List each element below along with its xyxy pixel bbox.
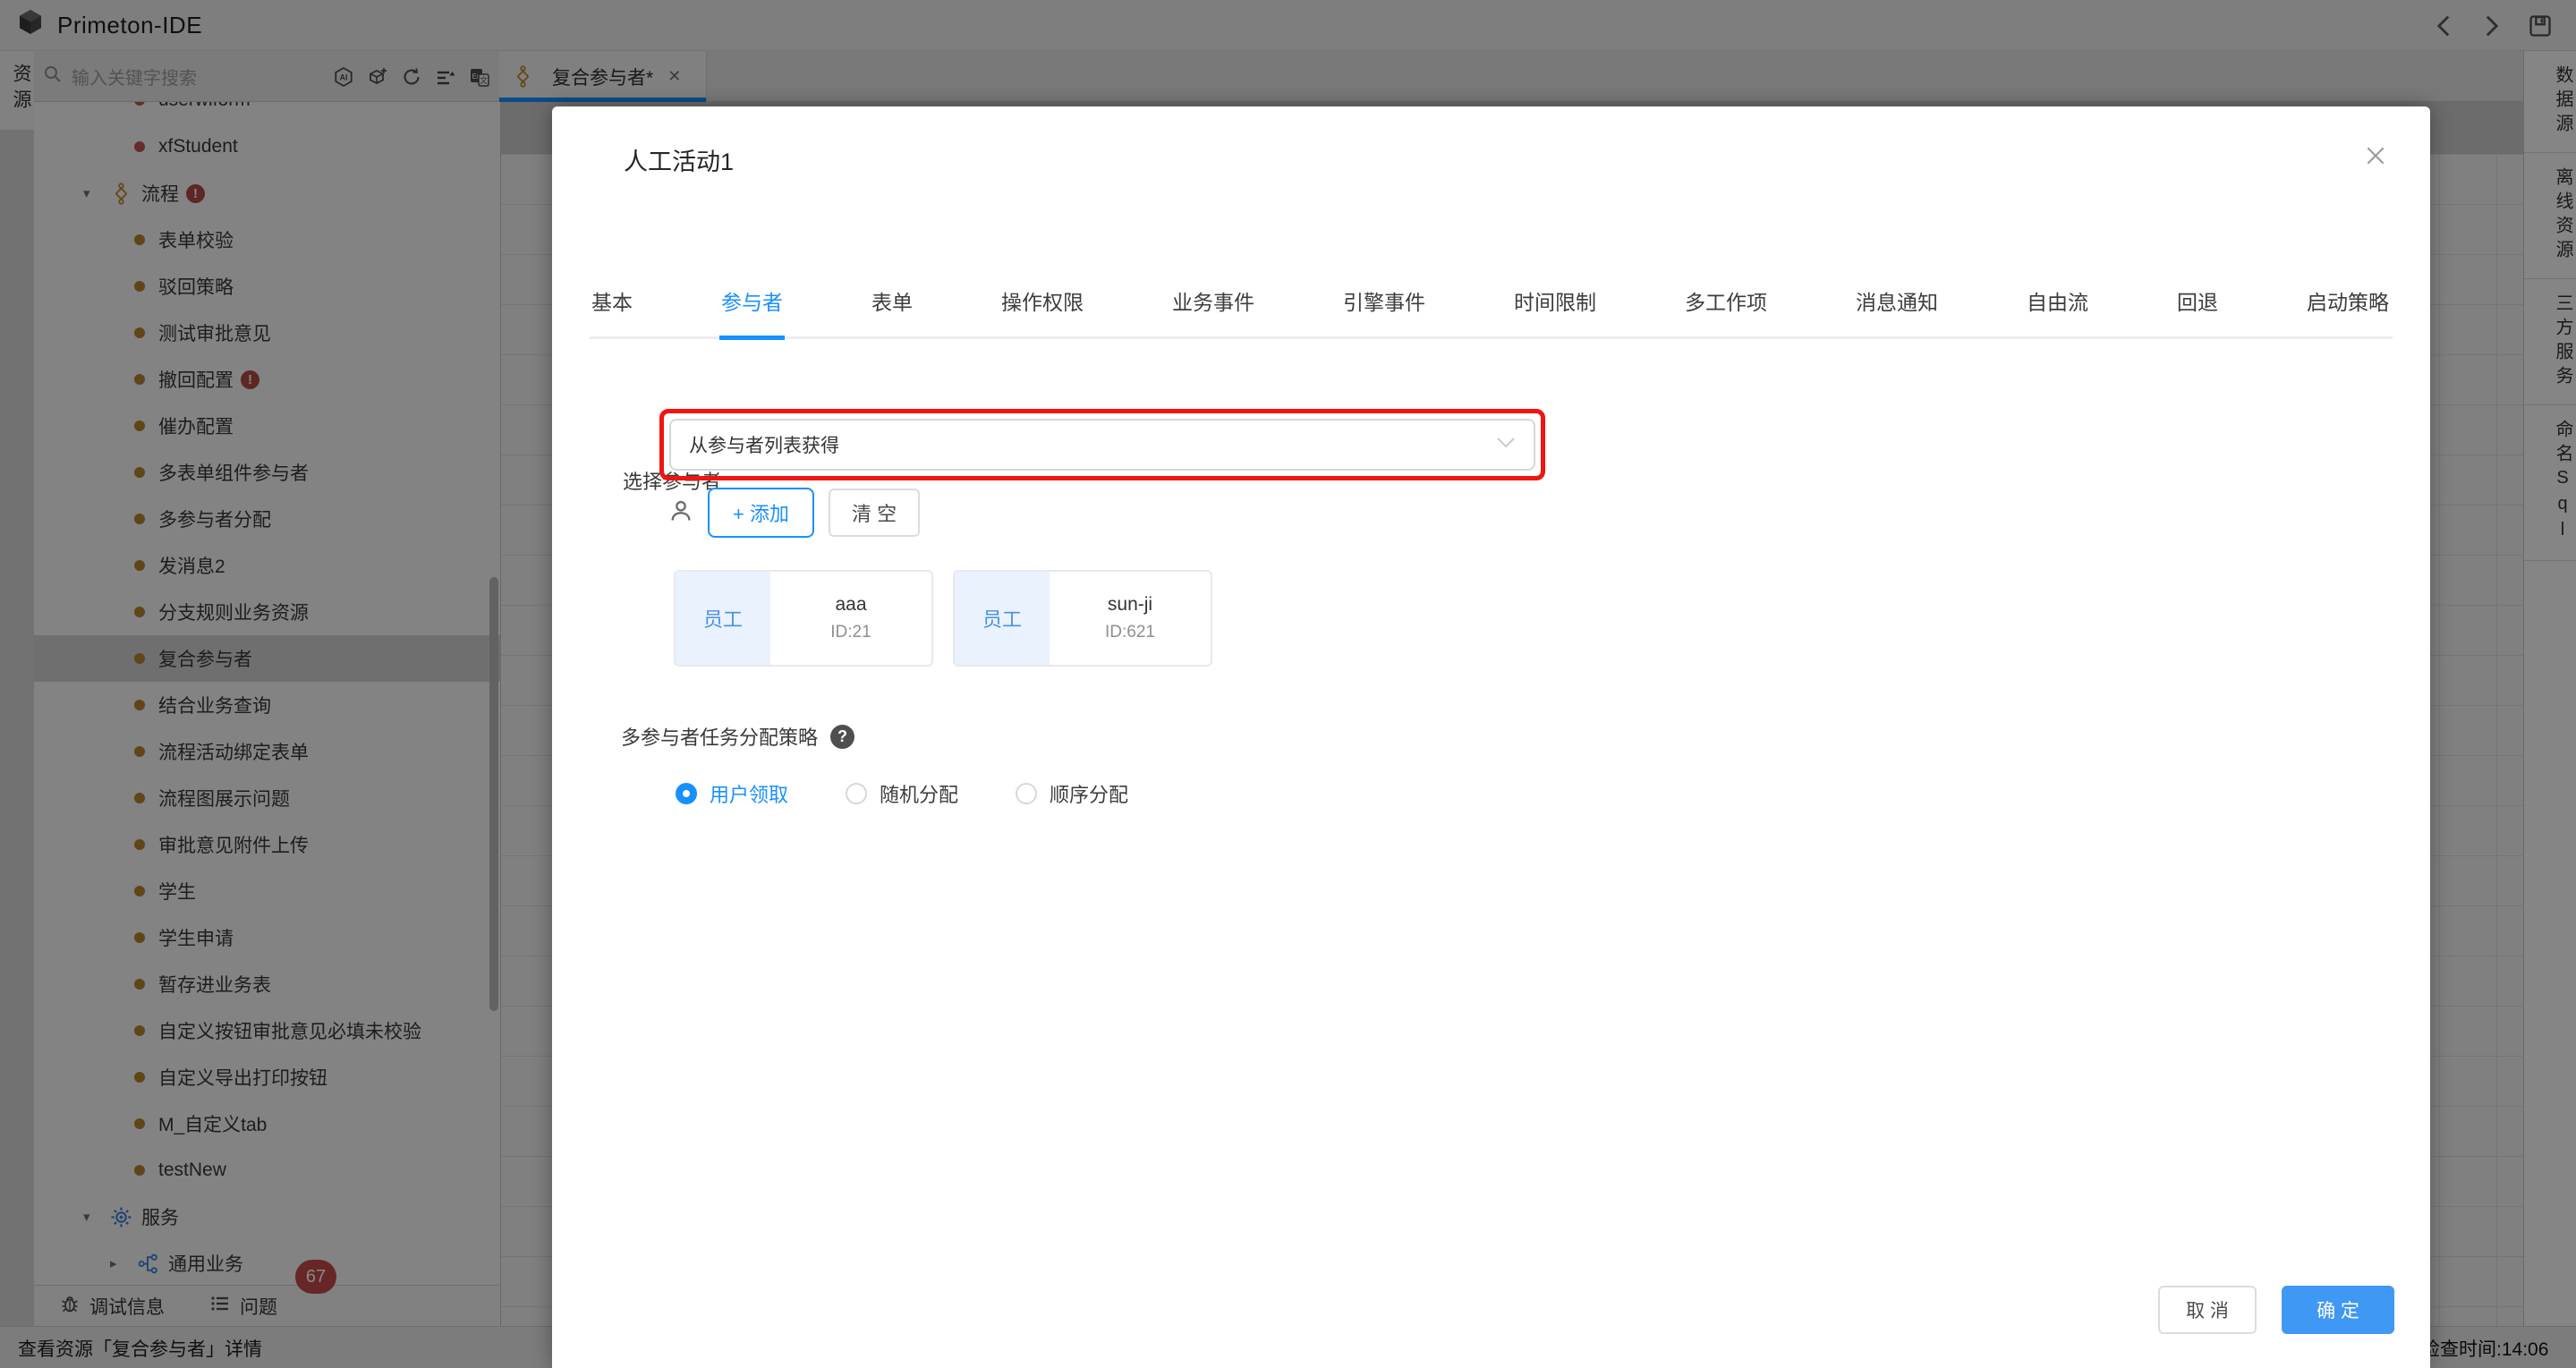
add-participant-button[interactable]: + 添加: [708, 488, 814, 538]
dialog-tab[interactable]: 时间限制: [1512, 285, 1598, 336]
participant-type-tag: 员工: [955, 572, 1050, 665]
participant-id: ID:621: [1105, 623, 1155, 642]
help-icon[interactable]: ?: [830, 724, 855, 749]
dialog-tab[interactable]: 多工作项: [1683, 285, 1769, 336]
person-icon: [668, 498, 693, 528]
participant-type-tag: 员工: [676, 572, 770, 665]
radio-label: 用户领取: [710, 784, 789, 806]
radio-label: 随机分配: [880, 784, 959, 806]
strategy-radio[interactable]: 用户领取: [676, 779, 788, 808]
radio-icon[interactable]: [846, 783, 868, 804]
radio-icon[interactable]: [676, 783, 697, 804]
participant-cards: 员工 aaa ID:21 员工 sun-ji ID:621: [674, 570, 1212, 667]
participant-source-value: 从参与者列表获得: [689, 436, 839, 456]
dialog-tabs: 基本 参与者 表单 操作权限 业务事件 引擎事件 时间限制 多工作项 消息通知 自由流 回退 启动策略: [590, 285, 2393, 340]
participant-name: aaa: [835, 594, 867, 615]
dialog-title: 人工活动1: [624, 149, 735, 175]
participant-name: sun-ji: [1107, 594, 1153, 615]
highlight-red-box: 从参与者列表获得: [659, 409, 1545, 480]
dialog-tab[interactable]: 操作权限: [999, 285, 1085, 336]
confirm-button[interactable]: 确 定: [2282, 1286, 2394, 1334]
close-icon[interactable]: [2362, 142, 2389, 169]
strategy-radio[interactable]: 随机分配: [846, 779, 958, 808]
dialog-tab[interactable]: 引擎事件: [1341, 285, 1427, 336]
dialog-tab[interactable]: 消息通知: [1854, 285, 1940, 336]
app-window: Primeton-IDE 资源 输入关键字搜索 AI En文 复合参与者*✕ u…: [0, 0, 2576, 1368]
dialog-tab[interactable]: 基本: [590, 285, 634, 336]
radio-label: 顺序分配: [1050, 784, 1129, 806]
radio-icon[interactable]: [1016, 783, 1038, 804]
participant-actions-row: + 添加 清 空: [668, 488, 921, 538]
strategy-label: 多参与者任务分配策略: [621, 726, 819, 749]
dialog-tab[interactable]: 业务事件: [1170, 285, 1256, 336]
strategy-radio[interactable]: 顺序分配: [1016, 779, 1128, 808]
clear-participants-button[interactable]: 清 空: [828, 489, 921, 537]
dialog-footer: 取 消 确 定: [2158, 1286, 2394, 1334]
strategy-label-row: 多参与者任务分配策略 ?: [621, 722, 855, 751]
participant-card[interactable]: 员工 aaa ID:21: [674, 570, 933, 667]
participant-id: ID:21: [830, 623, 871, 642]
chevron-down-icon: [1496, 437, 1516, 454]
dialog-tab[interactable]: 启动策略: [2305, 285, 2391, 336]
dialog-tab[interactable]: 回退: [2175, 285, 2220, 336]
dialog-tab[interactable]: 表单: [870, 285, 914, 336]
activity-dialog: 人工活动1 基本 参与者 表单 操作权限 业务事件 引擎事件 时间限制 多工作项 消息通知 自由流…: [552, 106, 2430, 1368]
participant-card[interactable]: 员工 sun-ji ID:621: [953, 570, 1212, 667]
dialog-tab[interactable]: 参与者: [719, 285, 785, 340]
participant-source-select[interactable]: 从参与者列表获得: [669, 419, 1535, 471]
cancel-button[interactable]: 取 消: [2158, 1286, 2257, 1334]
dialog-tab[interactable]: 自由流: [2025, 285, 2090, 336]
strategy-options: 用户领取 随机分配 顺序分配: [676, 779, 1128, 808]
